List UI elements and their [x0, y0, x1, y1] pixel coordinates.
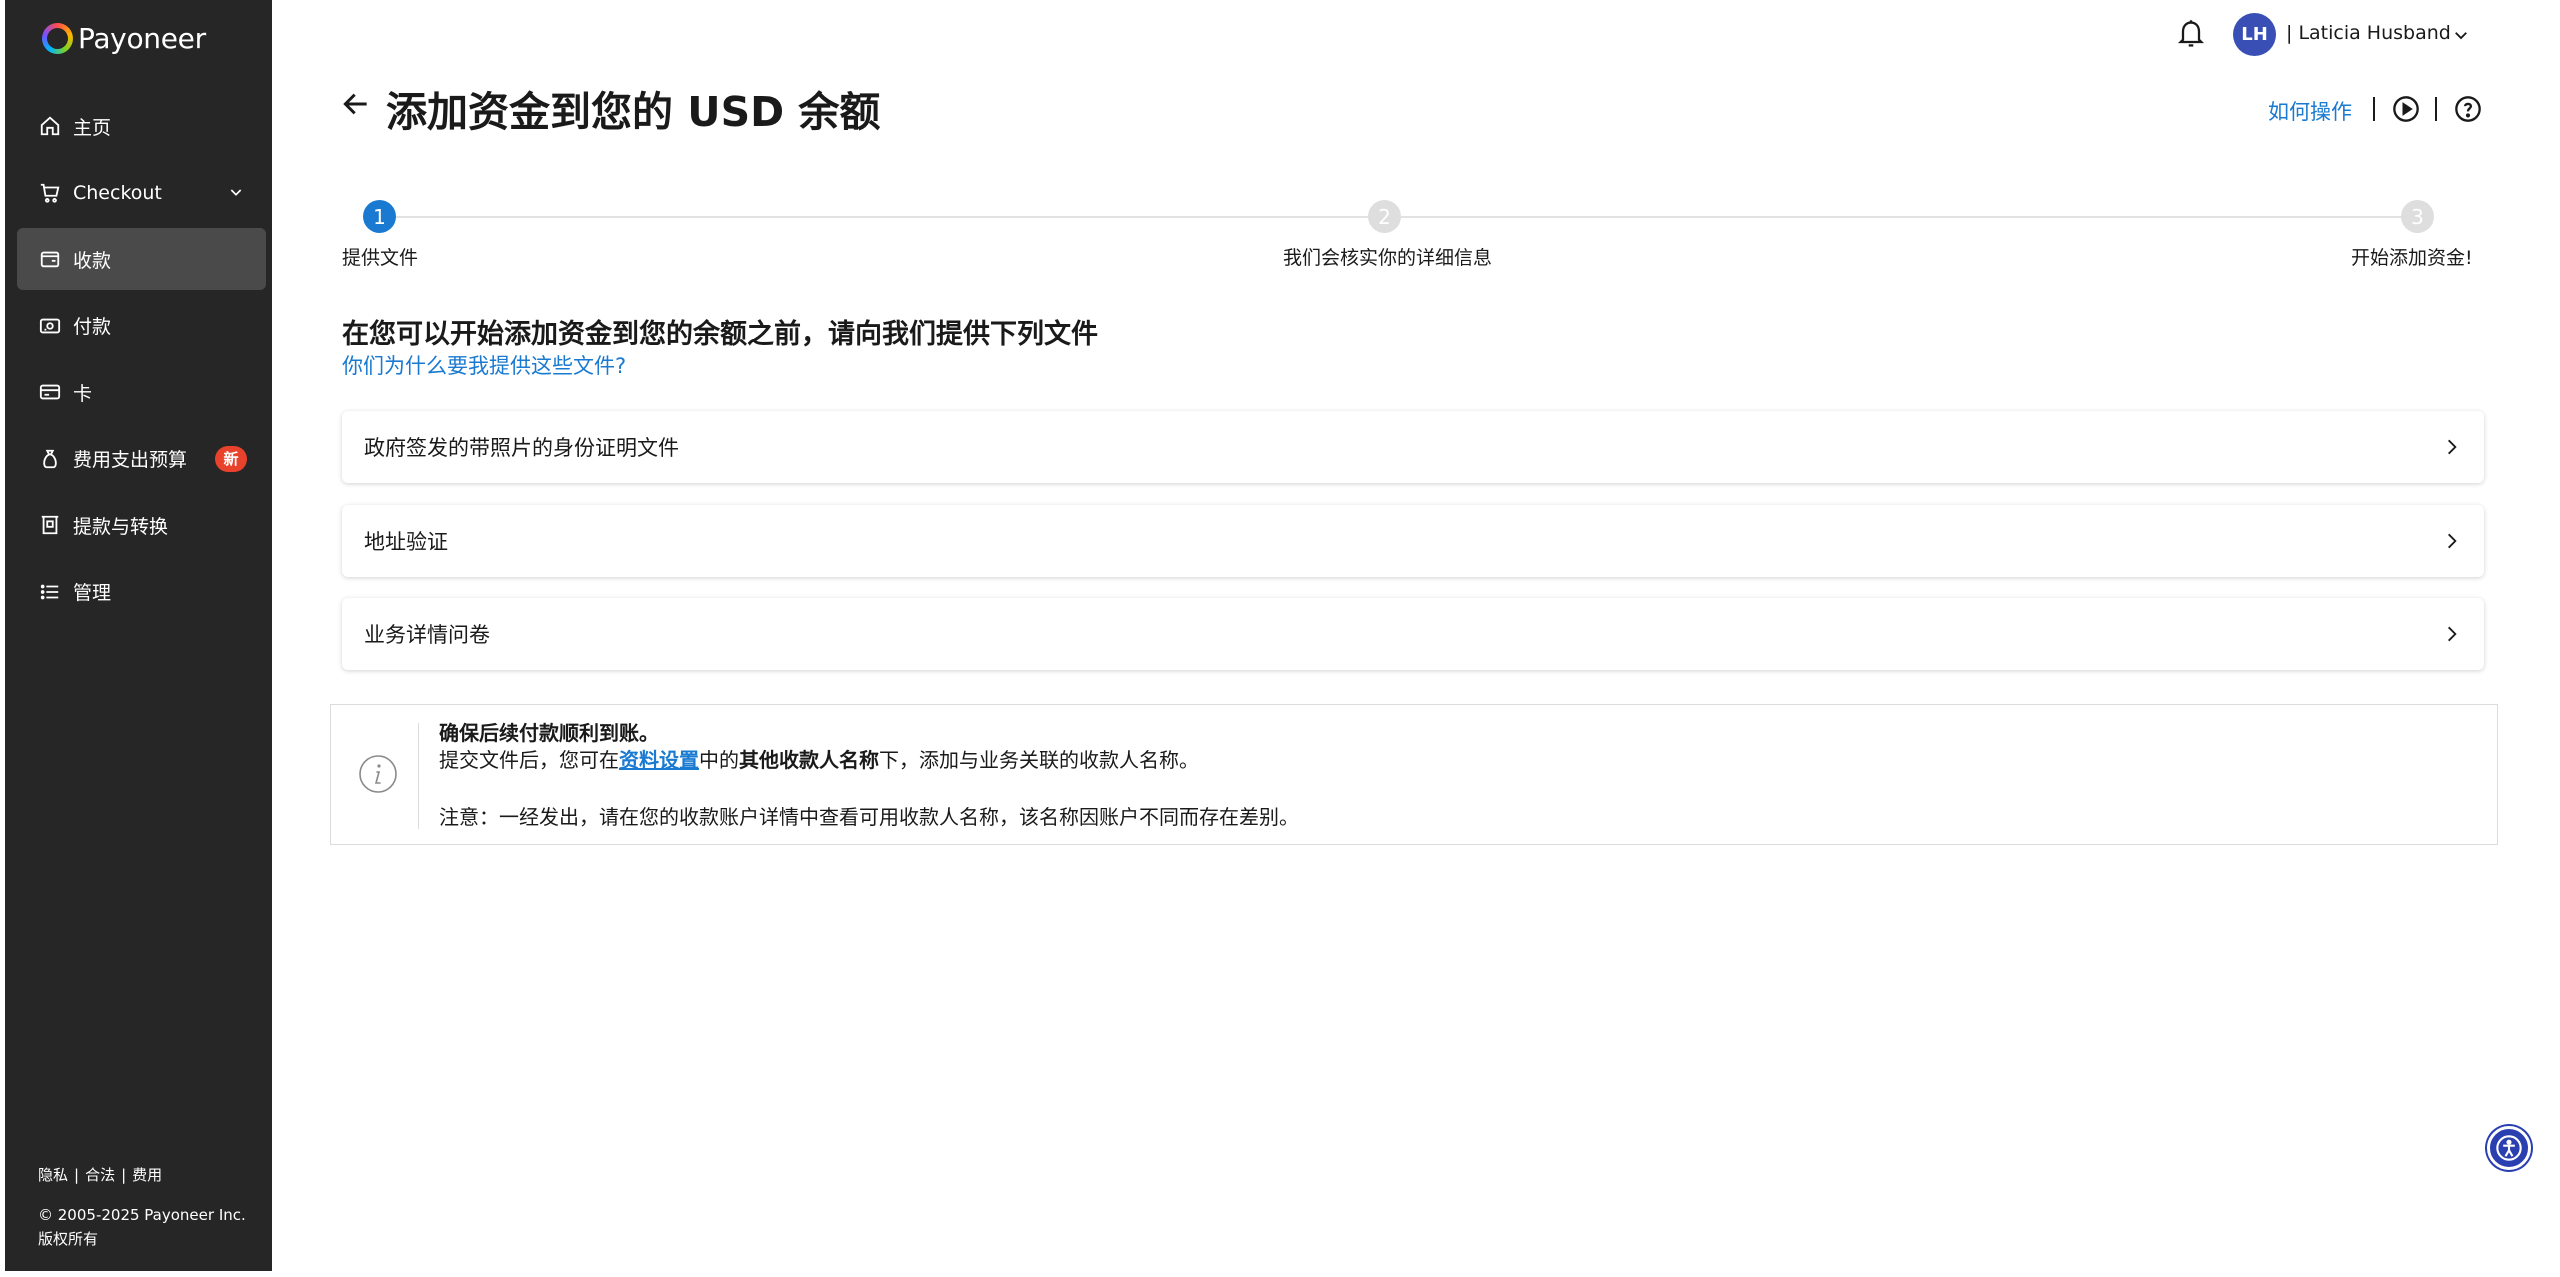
document-item-label: 业务详情问卷: [364, 623, 490, 647]
info-note: 注意：一经发出，请在您的收款账户详情中查看可用收款人名称，该名称因账户不同而存在…: [439, 805, 1299, 829]
document-item-business-questionnaire[interactable]: 业务详情问卷: [342, 598, 2484, 670]
how-to-link[interactable]: 如何操作: [2268, 96, 2352, 126]
rights-text: 版权所有: [38, 1230, 99, 1248]
info-icon: [359, 755, 397, 793]
info-text: 确保后续付款顺利到账。 提交文件后，您可在资料设置中的其他收款人名称下，添加与业…: [439, 720, 1199, 774]
step-1-label: 提供文件: [342, 247, 419, 269]
footer-separator: |: [74, 1166, 80, 1184]
step-1-indicator: 1: [363, 200, 396, 233]
why-documents-link[interactable]: 你们为什么要我提供这些文件?: [342, 350, 626, 380]
legal-link[interactable]: 合法: [85, 1166, 115, 1184]
avatar[interactable]: LH: [2233, 13, 2276, 56]
cart-icon: [39, 182, 61, 204]
documents-heading: 在您可以开始添加资金到您的余额之前，请向我们提供下列文件: [342, 319, 1098, 350]
info-notice: 确保后续付款顺利到账。 提交文件后，您可在资料设置中的其他收款人名称下，添加与业…: [330, 704, 2498, 845]
home-icon: [39, 115, 61, 137]
payoneer-logo[interactable]: Payoneer: [42, 20, 206, 56]
sidebar-item-home[interactable]: 主页: [17, 95, 266, 157]
card-icon: [39, 381, 61, 403]
back-arrow-icon[interactable]: [340, 88, 372, 120]
bell-icon[interactable]: [2177, 18, 2205, 50]
sidebar-item-label: 付款: [73, 316, 112, 338]
sidebar-nav: 主页 Checkout 收款 付款 卡 费用支出预算 新 提款与转换 管理: [17, 95, 266, 627]
wallet-icon: [39, 248, 61, 270]
sidebar-item-withdraw[interactable]: 提款与转换: [17, 494, 266, 556]
accessibility-icon: [2496, 1135, 2522, 1161]
sidebar-item-manage[interactable]: 管理: [17, 561, 266, 623]
cash-icon: [39, 315, 61, 337]
chevron-down-icon[interactable]: [2452, 26, 2470, 44]
chevron-right-icon: [2448, 439, 2457, 455]
play-video-icon[interactable]: [2392, 95, 2420, 123]
fees-link[interactable]: 费用: [132, 1166, 162, 1184]
sidebar-item-pay[interactable]: 付款: [17, 295, 266, 357]
chevron-right-icon: [2448, 626, 2457, 642]
accessibility-button[interactable]: [2487, 1126, 2531, 1170]
sidebar-item-label: 卡: [73, 382, 93, 405]
sidebar-item-receive[interactable]: 收款: [17, 228, 266, 290]
sidebar-item-label: 费用支出预算: [73, 449, 188, 471]
sidebar-item-label: 收款: [73, 249, 112, 272]
chevron-down-icon: [230, 188, 242, 196]
document-item-address[interactable]: 地址验证: [342, 505, 2484, 577]
step-2-label: 我们会核实你的详细信息: [1283, 247, 1493, 269]
step-3-indicator: 3: [2401, 200, 2434, 233]
sidebar-item-budget[interactable]: 费用支出预算 新: [17, 428, 266, 490]
help-icon[interactable]: [2454, 95, 2482, 123]
info-line-suffix: ，添加与业务关联的收款人名称。: [899, 748, 1199, 772]
info-title: 确保后续付款顺利到账。: [439, 721, 659, 745]
step-2-indicator: 2: [1368, 200, 1401, 233]
header-divider: [2373, 97, 2375, 121]
sidebar-item-label: Checkout: [73, 181, 162, 204]
money-bag-icon: [39, 448, 61, 470]
document-item-photo-id[interactable]: 政府签发的带照片的身份证明文件: [342, 411, 2484, 483]
step-3-label: 开始添加资金!: [2351, 247, 2473, 269]
info-line-prefix: 提交文件后，您可在: [439, 748, 619, 772]
info-divider: [418, 723, 419, 829]
profile-settings-link[interactable]: 资料设置: [619, 748, 699, 772]
document-item-label: 地址验证: [364, 530, 448, 554]
chevron-right-icon: [2448, 533, 2457, 549]
info-line-mid: 中的其他收款人名称下: [699, 748, 899, 772]
header-divider: [2435, 97, 2437, 121]
list-icon: [39, 581, 61, 603]
copyright-text: © 2005-2025 Payoneer Inc.: [38, 1206, 246, 1224]
footer-links: 隐私 | 合法 | 费用: [38, 1164, 162, 1185]
logo-ring-icon: [42, 22, 73, 54]
sidebar: Payoneer 主页 Checkout 收款 付款 卡 费用支出预算 新 提款…: [5, 0, 272, 1271]
new-badge: 新: [215, 445, 247, 472]
sidebar-item-label: 主页: [73, 116, 112, 139]
page-title: 添加资金到您的 USD 余额: [386, 88, 881, 136]
privacy-link[interactable]: 隐私: [38, 1166, 68, 1184]
logo-text: Payoneer: [78, 21, 206, 55]
copyright: © 2005-2025 Payoneer Inc. 版权所有: [38, 1203, 246, 1251]
user-name[interactable]: | Laticia Husband: [2286, 22, 2451, 44]
sidebar-item-card[interactable]: 卡: [17, 361, 266, 423]
withdraw-icon: [39, 514, 61, 536]
sidebar-item-checkout[interactable]: Checkout: [17, 162, 266, 224]
sidebar-item-label: 提款与转换: [73, 515, 169, 538]
sidebar-item-label: 管理: [73, 582, 112, 604]
footer-separator: |: [121, 1166, 127, 1184]
document-item-label: 政府签发的带照片的身份证明文件: [364, 436, 679, 460]
